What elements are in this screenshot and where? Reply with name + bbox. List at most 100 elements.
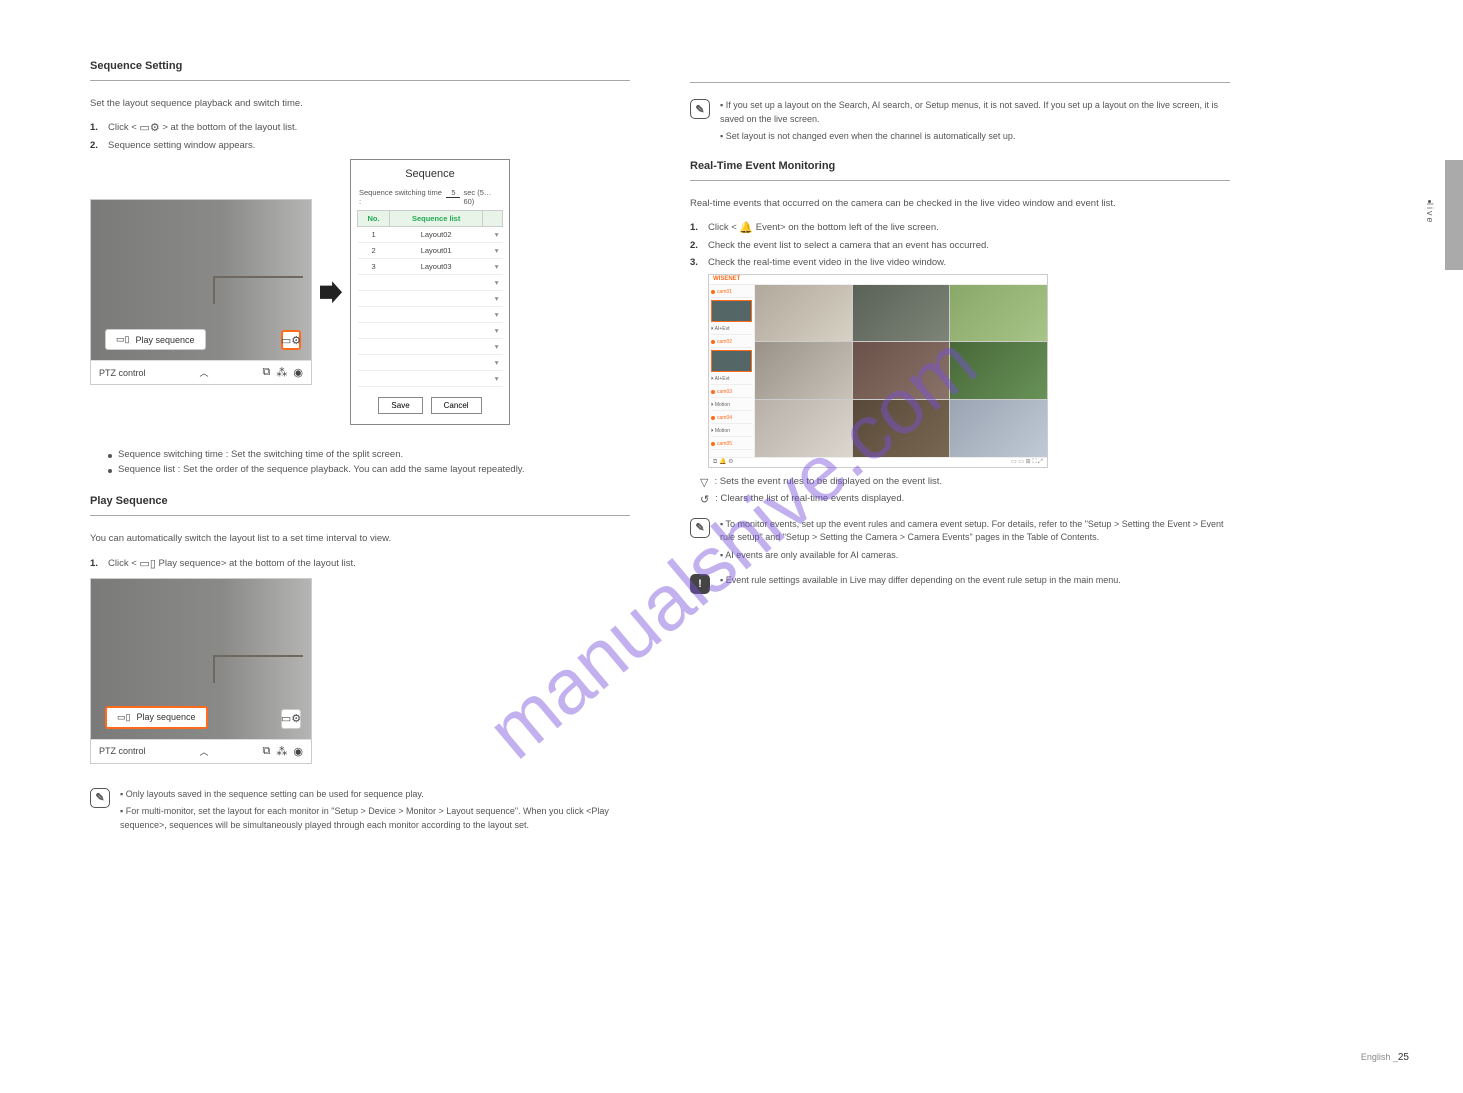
list-item[interactable]: ⏵ Motion	[711, 400, 752, 411]
footer-icons-left[interactable]: ⧉ 🔔 ⚙	[713, 458, 733, 466]
sequence-icon: ▭▯	[117, 712, 130, 723]
filter-icon: ▽	[700, 476, 708, 489]
sequence-settings-button[interactable]: ▭⚙	[281, 330, 301, 350]
camera-preview: ▭▯ Play sequence ▭⚙	[91, 200, 311, 360]
sw-time-unit: sec (5…60)	[463, 188, 501, 206]
sequence-settings-button[interactable]: ▭⚙	[281, 709, 301, 729]
sw-time-label: Sequence switching time :	[359, 188, 443, 206]
arrow-right-icon	[320, 281, 342, 303]
seq-setting-desc: Set the layout sequence playback and swi…	[90, 97, 630, 111]
settings-icon: ▭⚙	[281, 712, 301, 725]
popout-icon[interactable]: ⧉	[263, 745, 271, 758]
divider	[690, 82, 1230, 83]
note-icon: ✎	[90, 788, 110, 808]
side-tab-bar	[1445, 160, 1463, 270]
camera-tile[interactable]	[853, 342, 950, 399]
table-row[interactable]: 2Layout01▾	[358, 243, 503, 259]
page-container: Sequence Setting Set the layout sequence…	[90, 60, 1230, 844]
camera-tile[interactable]	[950, 400, 1047, 457]
play-sequence-button[interactable]: ▭▯ Play sequence	[105, 706, 208, 729]
ptz-label: PTZ control	[99, 746, 146, 756]
play-sequence-button[interactable]: ▭▯ Play sequence	[105, 329, 206, 350]
heading-play-sequence: Play Sequence	[90, 495, 630, 507]
thumbnail[interactable]	[711, 300, 752, 322]
snapshot-icon[interactable]: ⁂	[276, 745, 287, 758]
ptz-label: PTZ control	[99, 368, 146, 378]
bell-icon: 🔔	[739, 221, 753, 234]
play-seq-desc: You can automatically switch the layout …	[90, 532, 630, 546]
list-item[interactable]: cam03	[711, 387, 752, 398]
event-note: ✎ ▪ To monitor events, set up the event …	[690, 518, 1230, 563]
camera-tile[interactable]	[950, 285, 1047, 342]
video-grid	[755, 285, 1047, 457]
panel-footer: PTZ control ︿ ⧉ ⁂ ◉	[91, 739, 311, 763]
sequence-icon: ▭▯	[116, 334, 129, 345]
sequence-dialog: Sequence Sequence switching time : 5 sec…	[350, 159, 510, 425]
list-item[interactable]: cam02	[711, 337, 752, 348]
chevron-up-icon[interactable]: ︿	[200, 745, 209, 758]
play-seq-note: ✎ ▪ Only layouts saved in the sequence s…	[90, 788, 630, 833]
event-step-2: 2.Check the event list to select a camer…	[690, 240, 1230, 251]
camera-tile[interactable]	[853, 285, 950, 342]
right-column: ✎ ▪ If you set up a layout on the Search…	[690, 60, 1230, 844]
thumbnail[interactable]	[711, 350, 752, 372]
table-row[interactable]: ▾	[358, 339, 503, 355]
list-item[interactable]: cam04	[711, 413, 752, 424]
camera-tile[interactable]	[755, 342, 852, 399]
table-row[interactable]: ▾	[358, 275, 503, 291]
play-step-1: 1.Click < ▭▯ Play sequence> at the botto…	[90, 557, 630, 570]
camera-tile[interactable]	[950, 342, 1047, 399]
cancel-button[interactable]: Cancel	[431, 397, 482, 414]
event-step-3: 3.Check the real-time event video in the…	[690, 257, 1230, 268]
seq-shot-row: ▭▯ Play sequence ▭⚙ PTZ control ︿ ⧉ ⁂	[90, 159, 630, 425]
list-item[interactable]: cam05	[711, 439, 752, 450]
camera-tile[interactable]	[853, 400, 950, 457]
table-row[interactable]: ▾	[358, 291, 503, 307]
col-list: Sequence list	[390, 211, 483, 227]
table-row[interactable]: ▾	[358, 323, 503, 339]
save-button[interactable]: Save	[378, 397, 422, 414]
heading-sequence-setting: Sequence Setting	[90, 60, 630, 72]
list-item[interactable]: cam01	[711, 287, 752, 298]
popout-icon[interactable]: ⧉	[263, 366, 271, 379]
table-row[interactable]: ▾	[358, 355, 503, 371]
chevron-up-icon[interactable]: ︿	[200, 366, 209, 379]
camera-preview: ▭▯ Play sequence ▭⚙	[91, 579, 311, 739]
clear-icon: ↺	[700, 493, 709, 506]
rec-icon[interactable]: ◉	[293, 366, 303, 379]
footer-icons-right[interactable]: ▭ ▭ ⊞ ⛶ ⤢	[1011, 458, 1043, 466]
left-column: Sequence Setting Set the layout sequence…	[90, 60, 630, 844]
list-item[interactable]: ⏵ Motion	[711, 426, 752, 437]
dialog-title: Sequence	[351, 160, 509, 188]
table-row[interactable]: 3Layout03▾	[358, 259, 503, 275]
bullet-seq-list: Sequence list : Set the order of the seq…	[108, 464, 630, 475]
settings-icon: ▭⚙	[281, 334, 301, 347]
list-item[interactable]: ⏵ AI+Evt	[711, 324, 752, 335]
heading-event-monitoring: Real-Time Event Monitoring	[690, 160, 1230, 172]
settings-icon: ▭⚙	[139, 121, 159, 134]
event-caution: ! ▪ Event rule settings available in Liv…	[690, 574, 1230, 594]
table-row[interactable]: 1Layout02▾	[358, 227, 503, 243]
sequence-table: No. Sequence list 1Layout02▾ 2Layout01▾ …	[357, 210, 503, 387]
bullet-sw-time: Sequence switching time : Set the switch…	[108, 449, 630, 460]
table-row[interactable]: ▾	[358, 307, 503, 323]
event-monitor-screenshot: WISENET cam01 ⏵ AI+Evt cam02 ⏵ AI+Evt ca…	[708, 274, 1048, 468]
sw-time-input[interactable]: 5	[446, 188, 460, 198]
table-row[interactable]: ▾	[358, 371, 503, 387]
rec-icon[interactable]: ◉	[293, 745, 303, 758]
seq-step-1: 1.Click < ▭⚙ > at the bottom of the layo…	[90, 121, 630, 134]
save-note: ✎ ▪ If you set up a layout on the Search…	[690, 99, 1230, 144]
divider	[90, 80, 630, 81]
sequence-icon: ▭▯	[139, 557, 155, 570]
play-screenshot-panel: ▭▯ Play sequence ▭⚙ PTZ control ︿ ⧉ ⁂	[90, 578, 312, 764]
camera-tile[interactable]	[755, 285, 852, 342]
snapshot-icon[interactable]: ⁂	[276, 366, 287, 379]
clear-icon-line: ↺ : Clears the list of real-time events …	[700, 493, 1230, 506]
note-icon: ✎	[690, 518, 710, 538]
list-item[interactable]: ⏵ AI+Evt	[711, 374, 752, 385]
camera-tile[interactable]	[755, 400, 852, 457]
panel-footer: PTZ control ︿ ⧉ ⁂ ◉	[91, 360, 311, 384]
app-logo: WISENET	[713, 276, 740, 282]
caution-icon: !	[690, 574, 710, 594]
seq-step-2: 2.Sequence setting window appears.	[90, 140, 630, 151]
